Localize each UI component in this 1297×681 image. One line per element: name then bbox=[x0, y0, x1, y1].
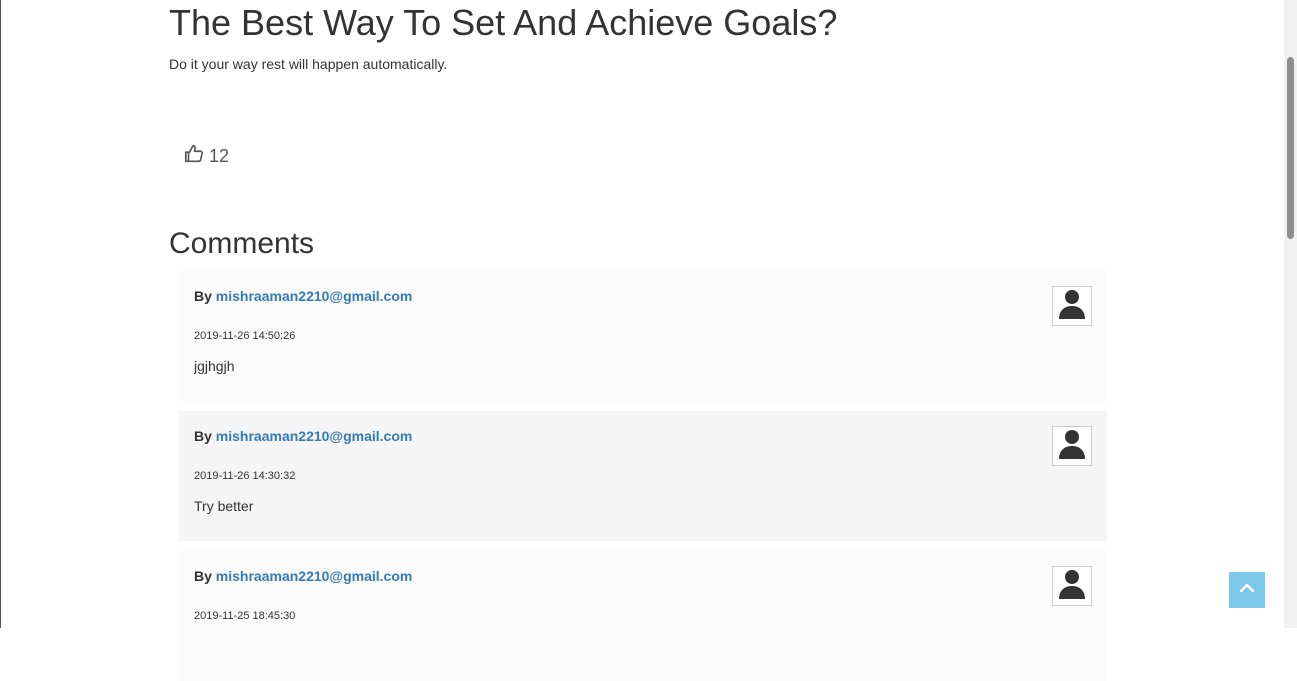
avatar bbox=[1052, 566, 1092, 606]
user-icon bbox=[1058, 428, 1086, 465]
comment-date: 2019-11-25 18:45:30 bbox=[194, 610, 296, 622]
comment-card: By mishraaman2210@gmail.com 2019-11-26 1… bbox=[179, 411, 1107, 541]
thumbs-up-icon bbox=[183, 143, 205, 165]
comment-date: 2019-11-26 14:50:26 bbox=[194, 330, 296, 342]
comments-heading: Comments bbox=[169, 227, 315, 260]
chevron-up-icon bbox=[1239, 581, 1255, 599]
comment-author-link[interactable]: mishraaman2210@gmail.com bbox=[216, 288, 413, 304]
comment-author-line: By mishraaman2210@gmail.com bbox=[194, 428, 412, 444]
post-title: The Best Way To Set And Achieve Goals? bbox=[169, 2, 838, 43]
back-to-top-button[interactable] bbox=[1229, 572, 1265, 608]
like-count: 12 bbox=[209, 146, 230, 166]
user-icon bbox=[1058, 568, 1086, 605]
scrollbar-thumb[interactable] bbox=[1287, 57, 1294, 239]
comment-text: Try better bbox=[194, 498, 254, 514]
avatar bbox=[1052, 426, 1092, 466]
vertical-scrollbar[interactable] bbox=[1284, 0, 1297, 628]
comment-card: By mishraaman2210@gmail.com 2019-11-25 1… bbox=[179, 551, 1107, 681]
comment-card: By mishraaman2210@gmail.com 2019-11-26 1… bbox=[179, 271, 1107, 401]
comment-author-link[interactable]: mishraaman2210@gmail.com bbox=[216, 568, 413, 584]
comment-by-label: By bbox=[194, 568, 216, 584]
avatar bbox=[1052, 286, 1092, 326]
comment-date: 2019-11-26 14:30:32 bbox=[194, 470, 296, 482]
comment-by-label: By bbox=[194, 428, 216, 444]
post-subtitle: Do it your way rest will happen automati… bbox=[169, 56, 448, 72]
comment-by-label: By bbox=[194, 288, 216, 304]
comment-author-line: By mishraaman2210@gmail.com bbox=[194, 288, 412, 304]
window-left-border bbox=[0, 0, 1, 628]
like-button[interactable]: 12 bbox=[183, 142, 229, 166]
comment-author-link[interactable]: mishraaman2210@gmail.com bbox=[216, 428, 413, 444]
user-icon bbox=[1058, 288, 1086, 325]
comment-text: jgjhgjh bbox=[194, 358, 235, 374]
comment-author-line: By mishraaman2210@gmail.com bbox=[194, 568, 412, 584]
